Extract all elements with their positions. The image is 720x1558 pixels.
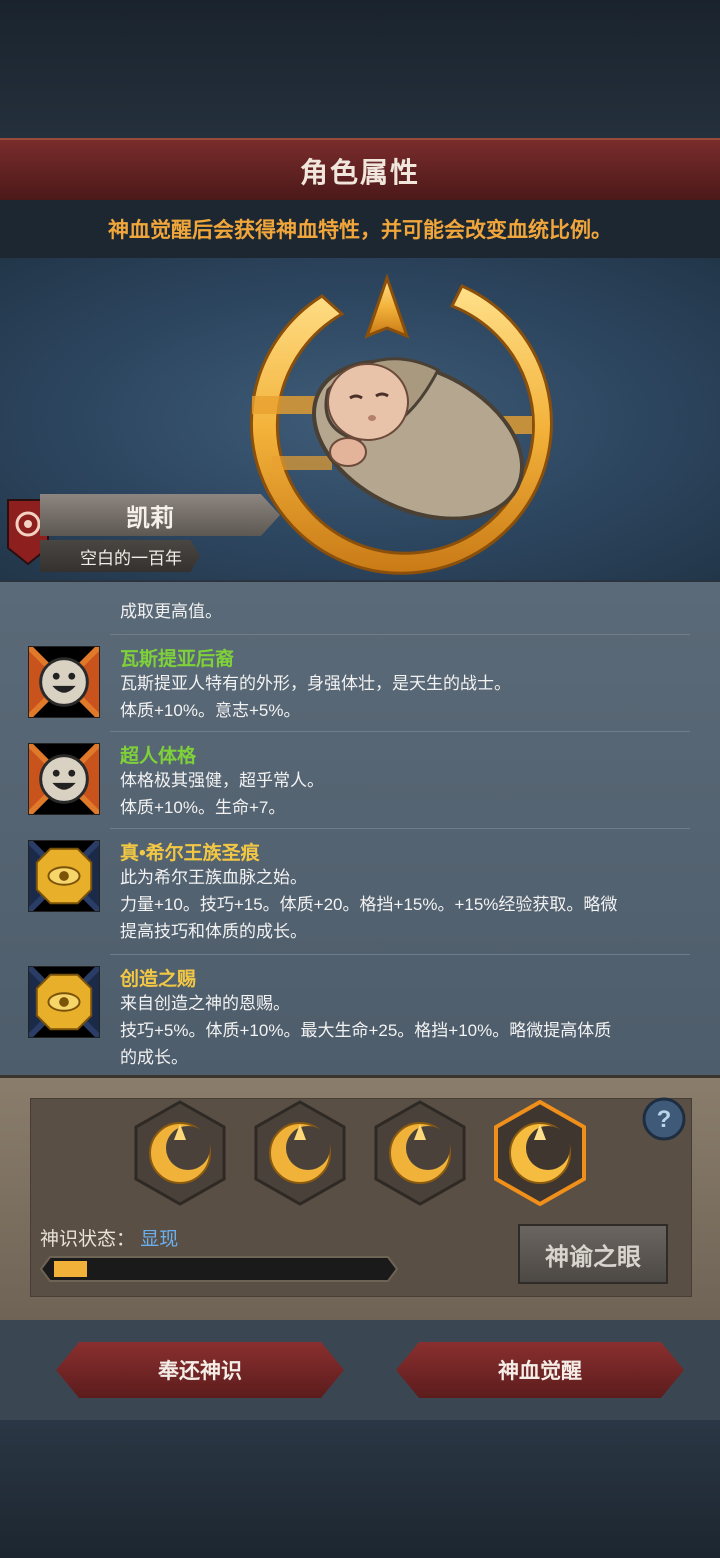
page-subtitle: 神血觉醒后会获得神血特性，并可能会改变血统比例。 bbox=[108, 219, 612, 242]
trait-desc-line: 体质+10%。意志+5%。 bbox=[120, 701, 301, 720]
bottom-background bbox=[0, 1420, 720, 1558]
traits-list[interactable]: 成取更高值。 瓦斯提亚后裔 瓦斯提亚人特有的外形，身强体壮，是天生的战士。 体质… bbox=[0, 580, 720, 1077]
trait-name: 创造之赐 bbox=[120, 969, 197, 990]
divine-progress-fill bbox=[54, 1261, 87, 1277]
divine-rune-icon[interactable] bbox=[372, 1100, 468, 1206]
top-background bbox=[0, 0, 720, 140]
divider bbox=[110, 634, 690, 635]
divine-status: 神识状态： 显现 bbox=[40, 1224, 178, 1251]
return-divinity-button[interactable]: 奉还神识 bbox=[56, 1342, 344, 1398]
trait-description: 瓦斯提亚人特有的外形，身强体壮，是天生的战士。 体质+10%。意志+5%。 bbox=[120, 670, 690, 724]
divine-rune-icon[interactable] bbox=[252, 1100, 348, 1206]
divider bbox=[110, 954, 690, 955]
character-title: 空白的一百年 bbox=[80, 548, 182, 568]
trait-description: 来自创造之神的恩赐。 技巧+5%。体质+10%。最大生命+25。格挡+10%。略… bbox=[120, 990, 690, 1071]
trait-desc-line: 技巧+5%。体质+10%。最大生命+25。格挡+10%。略微提高体质 bbox=[120, 1021, 612, 1040]
character-name: 凯莉 bbox=[126, 504, 174, 532]
character-name-plate: 凯莉 bbox=[40, 494, 280, 536]
trait-name: 瓦斯提亚后裔 bbox=[120, 649, 235, 670]
swaddled-baby-portrait bbox=[312, 357, 524, 520]
subtitle-bar: 神血觉醒后会获得神血特性，并可能会改变血统比例。 bbox=[0, 200, 720, 258]
svg-text:?: ? bbox=[657, 1106, 672, 1133]
golden-eye-seal-icon bbox=[28, 840, 100, 912]
character-title-plate: 空白的一百年 bbox=[40, 540, 200, 572]
trait-desc-line: 来自创造之神的恩赐。 bbox=[120, 994, 290, 1013]
divine-progress-bar bbox=[40, 1256, 398, 1282]
trait-desc-line: 体质+10%。生命+7。 bbox=[120, 798, 286, 817]
oracle-eye-button[interactable]: 神谕之眼 bbox=[518, 1224, 668, 1284]
trait-desc-line: 提高技巧和体质的成长。 bbox=[120, 922, 307, 941]
blood-awaken-button[interactable]: 神血觉醒 bbox=[396, 1342, 684, 1398]
title-bar: 角色属性 bbox=[0, 138, 720, 202]
return-divinity-label: 奉还神识 bbox=[158, 1360, 242, 1383]
trait-desc-line: 的成长。 bbox=[120, 1048, 188, 1067]
blood-awaken-label: 神血觉醒 bbox=[498, 1360, 582, 1383]
divine-status-label: 神识状态： bbox=[40, 1229, 136, 1250]
help-icon[interactable]: ? bbox=[642, 1097, 686, 1141]
divider bbox=[110, 731, 690, 732]
trait-desc-line: 此为希尔王族血脉之始。 bbox=[120, 868, 307, 887]
trait-desc-line: 体格极其强健，超乎常人。 bbox=[120, 771, 324, 790]
smiley-face-icon bbox=[28, 743, 100, 815]
divider bbox=[110, 828, 690, 829]
divine-status-value: 显现 bbox=[140, 1229, 179, 1250]
divine-rune-icon[interactable] bbox=[132, 1100, 228, 1206]
trait-name: 真•希尔王族圣痕 bbox=[120, 843, 260, 864]
smiley-face-icon bbox=[28, 646, 100, 718]
trait-name: 超人体格 bbox=[120, 746, 197, 767]
page-title: 角色属性 bbox=[299, 157, 420, 188]
trait-desc-line: 力量+10。技巧+15。体质+20。格挡+15%。+15%经验获取。略微 bbox=[120, 895, 618, 914]
divine-panel bbox=[0, 1075, 720, 1323]
trait-description: 体格极其强健，超乎常人。 体质+10%。生命+7。 bbox=[120, 767, 690, 821]
trait-desc-line: 瓦斯提亚人特有的外形，身强体壮，是天生的战士。 bbox=[120, 674, 511, 693]
trait-description: 此为希尔王族血脉之始。 力量+10。技巧+15。体质+20。格挡+15%。+15… bbox=[120, 864, 690, 945]
golden-eye-seal-icon bbox=[28, 966, 100, 1038]
oracle-eye-label: 神谕之眼 bbox=[545, 1243, 641, 1271]
divine-rune-icon-selected[interactable] bbox=[492, 1100, 588, 1206]
partial-trait-text: 成取更高值。 bbox=[120, 602, 222, 621]
